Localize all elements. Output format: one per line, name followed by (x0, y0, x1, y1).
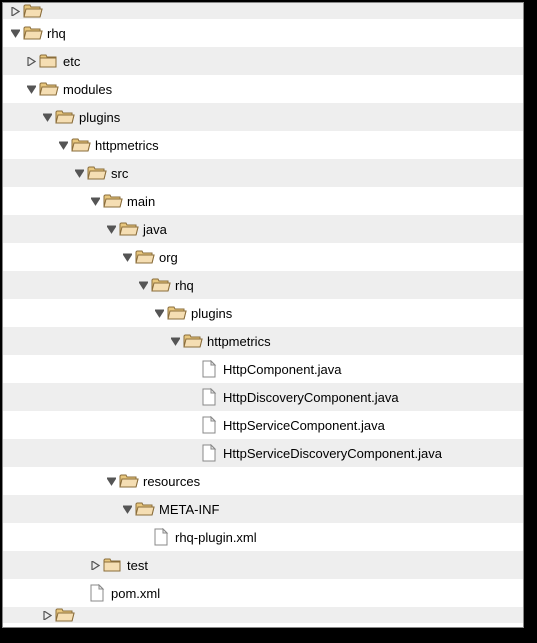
tree-row[interactable]: main (3, 187, 523, 215)
chevron-down-icon[interactable] (7, 25, 23, 41)
tree-label: httpmetrics (207, 334, 271, 349)
expander-spacer (135, 529, 151, 545)
file-icon (87, 583, 107, 603)
folder-icon (103, 555, 123, 575)
tree-row[interactable]: modules (3, 75, 523, 103)
folder-open-icon (71, 135, 91, 155)
folder-open-icon (135, 247, 155, 267)
tree-row[interactable]: plugins (3, 299, 523, 327)
folder-open-icon (167, 303, 187, 323)
tree-label: META-INF (159, 502, 219, 517)
file-tree: rhq etc modules plugins httpmetrics src main ja… (2, 2, 524, 628)
tree-row[interactable]: httpmetrics (3, 131, 523, 159)
tree-row[interactable]: pom.xml (3, 579, 523, 607)
file-icon (199, 387, 219, 407)
chevron-down-icon[interactable] (167, 333, 183, 349)
chevron-down-icon[interactable] (23, 81, 39, 97)
chevron-down-icon[interactable] (71, 165, 87, 181)
chevron-down-icon[interactable] (135, 277, 151, 293)
folder-open-icon (23, 2, 43, 21)
expander-spacer (183, 417, 199, 433)
chevron-right-icon[interactable] (39, 607, 55, 623)
folder-icon (39, 51, 59, 71)
tree-row[interactable]: HttpServiceComponent.java (3, 411, 523, 439)
folder-open-icon (23, 23, 43, 43)
folder-open-icon (55, 107, 75, 127)
tree-label: rhq-plugin.xml (175, 530, 257, 545)
tree-label: HttpComponent.java (223, 362, 342, 377)
tree-row[interactable]: rhq (3, 19, 523, 47)
file-icon (199, 359, 219, 379)
tree-row[interactable] (3, 3, 523, 19)
chevron-down-icon[interactable] (151, 305, 167, 321)
expander-spacer (183, 445, 199, 461)
folder-open-icon (103, 191, 123, 211)
chevron-down-icon[interactable] (103, 473, 119, 489)
tree-label: pom.xml (111, 586, 160, 601)
tree-row[interactable]: plugins (3, 103, 523, 131)
chevron-down-icon[interactable] (119, 501, 135, 517)
expander-spacer (183, 361, 199, 377)
tree-label: src (111, 166, 128, 181)
chevron-down-icon[interactable] (119, 249, 135, 265)
tree-label: plugins (191, 306, 232, 321)
tree-label: etc (63, 54, 80, 69)
tree-label: modules (63, 82, 112, 97)
tree-label: main (127, 194, 155, 209)
file-icon (151, 527, 171, 547)
folder-open-icon (39, 79, 59, 99)
tree-row[interactable]: test (3, 551, 523, 579)
tree-row[interactable] (3, 607, 523, 623)
tree-label: plugins (79, 110, 120, 125)
tree-row[interactable]: HttpComponent.java (3, 355, 523, 383)
file-icon (199, 443, 219, 463)
chevron-down-icon[interactable] (55, 137, 71, 153)
chevron-right-icon[interactable] (87, 557, 103, 573)
chevron-down-icon[interactable] (87, 193, 103, 209)
tree-label: httpmetrics (95, 138, 159, 153)
tree-row[interactable]: rhq (3, 271, 523, 299)
folder-open-icon (119, 471, 139, 491)
tree-label: org (159, 250, 178, 265)
chevron-down-icon[interactable] (103, 221, 119, 237)
folder-open-icon (135, 499, 155, 519)
tree-label: resources (143, 474, 200, 489)
tree-row[interactable]: HttpServiceDiscoveryComponent.java (3, 439, 523, 467)
tree-row[interactable]: HttpDiscoveryComponent.java (3, 383, 523, 411)
folder-open-icon (55, 605, 75, 625)
file-icon (199, 415, 219, 435)
folder-open-icon (183, 331, 203, 351)
tree-row[interactable]: java (3, 215, 523, 243)
folder-open-icon (119, 219, 139, 239)
tree-label: java (143, 222, 167, 237)
tree-row[interactable]: httpmetrics (3, 327, 523, 355)
tree-label: rhq (175, 278, 194, 293)
chevron-right-icon[interactable] (23, 53, 39, 69)
tree-row[interactable]: org (3, 243, 523, 271)
tree-label: HttpServiceDiscoveryComponent.java (223, 446, 442, 461)
expander-spacer (183, 389, 199, 405)
tree-row[interactable]: resources (3, 467, 523, 495)
chevron-down-icon[interactable] (39, 109, 55, 125)
tree-label: rhq (47, 26, 66, 41)
tree-row[interactable]: src (3, 159, 523, 187)
tree-label: HttpServiceComponent.java (223, 418, 385, 433)
tree-row[interactable]: etc (3, 47, 523, 75)
tree-label: test (127, 558, 148, 573)
chevron-right-icon[interactable] (7, 3, 23, 19)
expander-spacer (71, 585, 87, 601)
folder-open-icon (87, 163, 107, 183)
folder-open-icon (151, 275, 171, 295)
tree-label: HttpDiscoveryComponent.java (223, 390, 399, 405)
tree-row[interactable]: rhq-plugin.xml (3, 523, 523, 551)
tree-row[interactable]: META-INF (3, 495, 523, 523)
